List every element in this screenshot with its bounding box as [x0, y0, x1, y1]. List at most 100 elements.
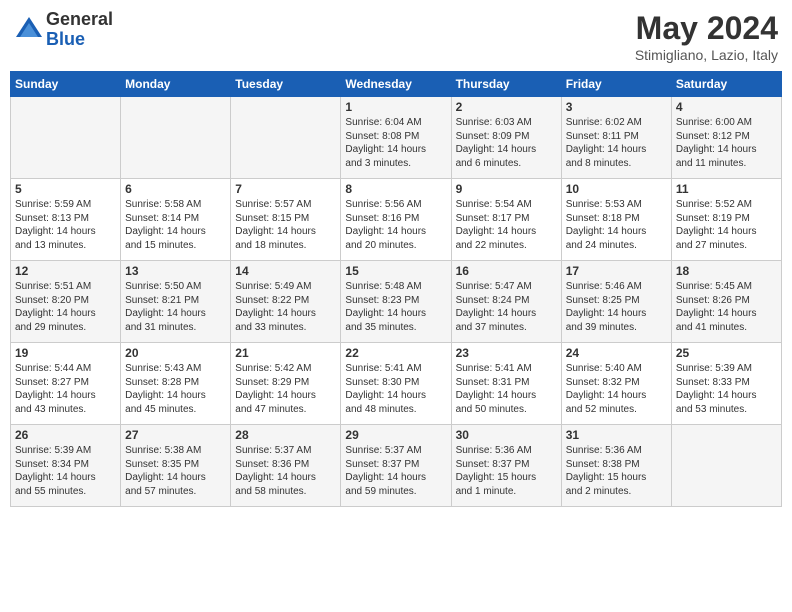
header-sunday: Sunday	[11, 72, 121, 97]
cell-content-31: Sunrise: 5:36 AM Sunset: 8:38 PM Dayligh…	[566, 444, 667, 498]
cell-2-0: 12Sunrise: 5:51 AM Sunset: 8:20 PM Dayli…	[11, 261, 121, 343]
location: Stimigliano, Lazio, Italy	[635, 47, 778, 63]
day-number-4: 4	[676, 100, 777, 114]
cell-3-4: 23 Sunrise: 5:41 AM Sunset: 8:31 PM Dayli…	[451, 343, 561, 425]
cell-2-3: 15Sunrise: 5:48 AM Sunset: 8:23 PM Dayli…	[341, 261, 451, 343]
cell-2-5: 17 Sunrise: 5:46 AM Sunset: 8:25 PM Dayli…	[561, 261, 671, 343]
cell-content-10: Sunrise: 5:53 AM Sunset: 8:18 PM Dayligh…	[566, 198, 667, 252]
cell-content-1: Sunrise: 6:04 AM Sunset: 8:08 PM Dayligh…	[345, 116, 446, 170]
cell-content-21: Sunrise: 5:42 AM Sunset: 8:29 PM Dayligh…	[235, 362, 336, 416]
cell-content-19: Sunrise: 5:44 AM Sunset: 8:27 PM Dayligh…	[15, 362, 116, 416]
day-number-5: 5	[15, 182, 116, 196]
cell-2-1: 13 Sunrise: 5:50 AM Sunset: 8:21 PM Dayli…	[121, 261, 231, 343]
cell-content-2: Sunrise: 6:03 AM Sunset: 8:09 PM Dayligh…	[456, 116, 557, 170]
day-number-14: 14	[235, 264, 336, 278]
cell-2-4: 16 Sunrise: 5:47 AM Sunset: 8:24 PM Dayli…	[451, 261, 561, 343]
day-number-12: 12	[15, 264, 116, 278]
cell-content-9: Sunrise: 5:54 AM Sunset: 8:17 PM Dayligh…	[456, 198, 557, 252]
cell-0-6: 4 Sunrise: 6:00 AM Sunset: 8:12 PM Daylig…	[671, 97, 781, 179]
header-tuesday: Tuesday	[231, 72, 341, 97]
day-number-23: 23	[456, 346, 557, 360]
cell-content-20: Sunrise: 5:43 AM Sunset: 8:28 PM Dayligh…	[125, 362, 226, 416]
day-number-21: 21	[235, 346, 336, 360]
cell-content-6: Sunrise: 5:58 AM Sunset: 8:14 PM Dayligh…	[125, 198, 226, 252]
day-number-29: 29	[345, 428, 446, 442]
header-friday: Friday	[561, 72, 671, 97]
day-number-17: 17	[566, 264, 667, 278]
logo-general: General	[46, 10, 113, 30]
cell-content-14: Sunrise: 5:49 AM Sunset: 8:22 PM Dayligh…	[235, 280, 336, 334]
cell-content-4: Sunrise: 6:00 AM Sunset: 8:12 PM Dayligh…	[676, 116, 777, 170]
cell-0-0	[11, 97, 121, 179]
day-number-26: 26	[15, 428, 116, 442]
cell-3-5: 24 Sunrise: 5:40 AM Sunset: 8:32 PM Dayli…	[561, 343, 671, 425]
logo: General Blue	[14, 10, 113, 50]
header-monday: Monday	[121, 72, 231, 97]
cell-content-26: Sunrise: 5:39 AM Sunset: 8:34 PM Dayligh…	[15, 444, 116, 498]
logo-text: General Blue	[46, 10, 113, 50]
week-row-0: 1 Sunrise: 6:04 AM Sunset: 8:08 PM Daylig…	[11, 97, 782, 179]
cell-3-6: 25Sunrise: 5:39 AM Sunset: 8:33 PM Dayli…	[671, 343, 781, 425]
header-wednesday: Wednesday	[341, 72, 451, 97]
day-number-19: 19	[15, 346, 116, 360]
cell-4-2: 28 Sunrise: 5:37 AM Sunset: 8:36 PM Dayli…	[231, 425, 341, 507]
cell-content-8: Sunrise: 5:56 AM Sunset: 8:16 PM Dayligh…	[345, 198, 446, 252]
day-number-24: 24	[566, 346, 667, 360]
cell-content-29: Sunrise: 5:37 AM Sunset: 8:37 PM Dayligh…	[345, 444, 446, 498]
cell-content-16: Sunrise: 5:47 AM Sunset: 8:24 PM Dayligh…	[456, 280, 557, 334]
day-number-9: 9	[456, 182, 557, 196]
calendar-body: 1 Sunrise: 6:04 AM Sunset: 8:08 PM Daylig…	[11, 97, 782, 507]
day-number-20: 20	[125, 346, 226, 360]
cell-content-18: Sunrise: 5:45 AM Sunset: 8:26 PM Dayligh…	[676, 280, 777, 334]
calendar-header: Sunday Monday Tuesday Wednesday Thursday…	[11, 72, 782, 97]
cell-2-6: 18 Sunrise: 5:45 AM Sunset: 8:26 PM Dayli…	[671, 261, 781, 343]
cell-content-23: Sunrise: 5:41 AM Sunset: 8:31 PM Dayligh…	[456, 362, 557, 416]
cell-0-2	[231, 97, 341, 179]
cell-content-30: Sunrise: 5:36 AM Sunset: 8:37 PM Dayligh…	[456, 444, 557, 498]
cell-3-1: 20 Sunrise: 5:43 AM Sunset: 8:28 PM Dayli…	[121, 343, 231, 425]
day-number-13: 13	[125, 264, 226, 278]
day-number-7: 7	[235, 182, 336, 196]
cell-content-28: Sunrise: 5:37 AM Sunset: 8:36 PM Dayligh…	[235, 444, 336, 498]
cell-content-25: Sunrise: 5:39 AM Sunset: 8:33 PM Dayligh…	[676, 362, 777, 416]
cell-content-17: Sunrise: 5:46 AM Sunset: 8:25 PM Dayligh…	[566, 280, 667, 334]
day-number-18: 18	[676, 264, 777, 278]
cell-content-22: Sunrise: 5:41 AM Sunset: 8:30 PM Dayligh…	[345, 362, 446, 416]
day-number-28: 28	[235, 428, 336, 442]
day-number-3: 3	[566, 100, 667, 114]
cell-3-3: 22 Sunrise: 5:41 AM Sunset: 8:30 PM Dayli…	[341, 343, 451, 425]
cell-1-3: 8 Sunrise: 5:56 AM Sunset: 8:16 PM Daylig…	[341, 179, 451, 261]
cell-3-2: 21 Sunrise: 5:42 AM Sunset: 8:29 PM Dayli…	[231, 343, 341, 425]
cell-0-5: 3 Sunrise: 6:02 AM Sunset: 8:11 PM Daylig…	[561, 97, 671, 179]
day-number-8: 8	[345, 182, 446, 196]
day-number-2: 2	[456, 100, 557, 114]
page-header: General Blue May 2024 Stimigliano, Lazio…	[10, 10, 782, 63]
cell-4-5: 31 Sunrise: 5:36 AM Sunset: 8:38 PM Dayli…	[561, 425, 671, 507]
day-number-22: 22	[345, 346, 446, 360]
cell-content-13: Sunrise: 5:50 AM Sunset: 8:21 PM Dayligh…	[125, 280, 226, 334]
day-number-27: 27	[125, 428, 226, 442]
cell-content-24: Sunrise: 5:40 AM Sunset: 8:32 PM Dayligh…	[566, 362, 667, 416]
cell-0-3: 1 Sunrise: 6:04 AM Sunset: 8:08 PM Daylig…	[341, 97, 451, 179]
logo-blue: Blue	[46, 30, 113, 50]
cell-3-0: 19 Sunrise: 5:44 AM Sunset: 8:27 PM Dayli…	[11, 343, 121, 425]
day-number-31: 31	[566, 428, 667, 442]
cell-0-1	[121, 97, 231, 179]
day-number-11: 11	[676, 182, 777, 196]
cell-content-3: Sunrise: 6:02 AM Sunset: 8:11 PM Dayligh…	[566, 116, 667, 170]
week-row-4: 26 Sunrise: 5:39 AM Sunset: 8:34 PM Dayli…	[11, 425, 782, 507]
day-number-6: 6	[125, 182, 226, 196]
cell-1-1: 6 Sunrise: 5:58 AM Sunset: 8:14 PM Daylig…	[121, 179, 231, 261]
cell-1-2: 7Sunrise: 5:57 AM Sunset: 8:15 PM Daylig…	[231, 179, 341, 261]
cell-4-4: 30Sunrise: 5:36 AM Sunset: 8:37 PM Dayli…	[451, 425, 561, 507]
logo-icon	[14, 15, 44, 45]
header-row: Sunday Monday Tuesday Wednesday Thursday…	[11, 72, 782, 97]
cell-content-11: Sunrise: 5:52 AM Sunset: 8:19 PM Dayligh…	[676, 198, 777, 252]
day-number-1: 1	[345, 100, 446, 114]
day-number-16: 16	[456, 264, 557, 278]
month-title: May 2024	[635, 10, 778, 47]
cell-0-4: 2 Sunrise: 6:03 AM Sunset: 8:09 PM Daylig…	[451, 97, 561, 179]
calendar-table: Sunday Monday Tuesday Wednesday Thursday…	[10, 71, 782, 507]
cell-content-5: Sunrise: 5:59 AM Sunset: 8:13 PM Dayligh…	[15, 198, 116, 252]
week-row-3: 19 Sunrise: 5:44 AM Sunset: 8:27 PM Dayli…	[11, 343, 782, 425]
